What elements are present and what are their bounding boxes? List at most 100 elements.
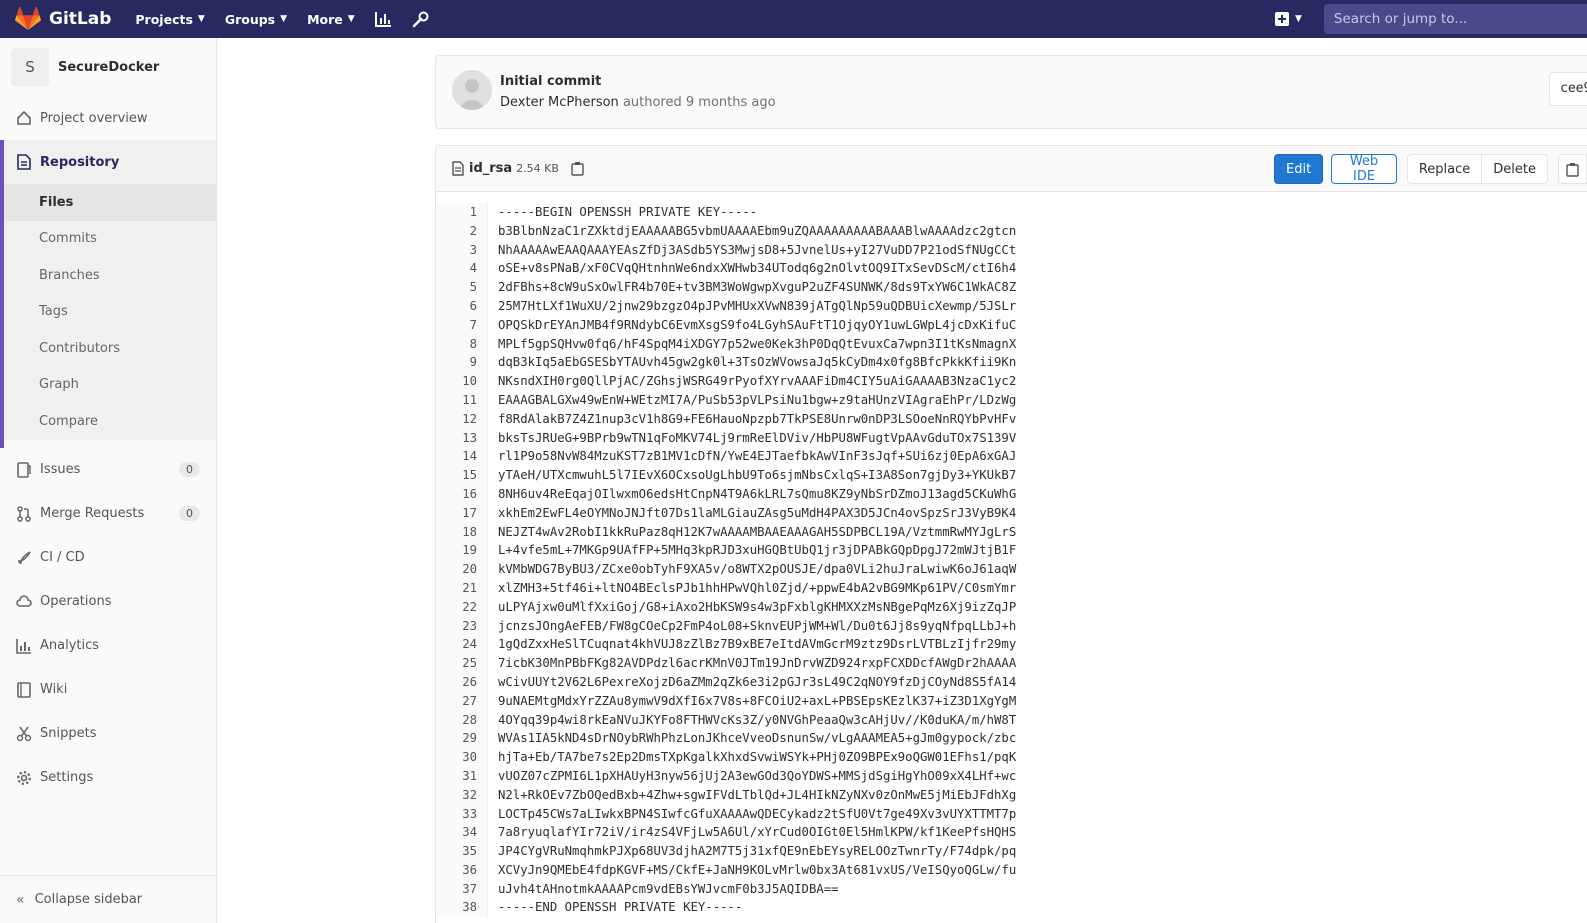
replace-button[interactable]: Replace <box>1406 154 1483 184</box>
line-number[interactable]: 19 <box>436 541 488 561</box>
sidebar-subitem-branches[interactable]: Branches <box>4 257 216 294</box>
line-number[interactable]: 34 <box>436 823 488 843</box>
line-number[interactable]: 4 <box>436 259 488 279</box>
commit-sha[interactable]: cee9 <box>1549 72 1587 106</box>
sidebar-subitem-compare[interactable]: Compare <box>4 403 216 440</box>
line-number[interactable]: 10 <box>436 372 488 391</box>
gitlab-logo-link[interactable]: GitLab <box>15 0 111 38</box>
line-number[interactable]: 29 <box>436 729 488 749</box>
line-content: 9uNAEMtgMdxYrZZAu8ymwV9dXfI6x7V8s+8FCOiU… <box>498 693 1017 708</box>
line-content: 2dFBhs+8cW9uSxOwlFR4b70E+tv3BM3WoWgwpXvg… <box>498 280 1017 295</box>
line-content: yTAeH/UTXcmwuhL5l7IEvX6OCxsoUgLhbU9To6sj… <box>498 468 1017 483</box>
line-number[interactable]: 33 <box>436 804 488 824</box>
line-number[interactable]: 3 <box>436 240 488 260</box>
code-line: 10 NKsndXIH0rg0QllPjAC/ZGhsjWSRG49rPyofXY… <box>436 372 1587 391</box>
sidebar-item-snippets[interactable]: Snippets <box>0 712 216 756</box>
sidebar-item-label: Project overview <box>40 110 148 126</box>
sidebar-item-project-overview[interactable]: Project overview <box>0 96 216 140</box>
sidebar-item-settings[interactable]: Settings <box>0 756 216 800</box>
collapse-sidebar-button[interactable]: « Collapse sidebar <box>0 875 217 923</box>
line-number[interactable]: 32 <box>436 785 488 805</box>
line-number[interactable]: 17 <box>436 503 488 523</box>
line-content: WVAs1IA5kND4sDrNOybRWhPhzLonJKhceVveoDsn… <box>498 731 1017 746</box>
sidebar-repository-group: Repository Files Commits Branches Tags C… <box>0 140 216 448</box>
line-content: 25M7HtLXf1WuXU/2jnw29bzgzO4pJPvMHUxXVwN8… <box>498 298 1017 313</box>
code-line: 7 OPQSkDrEYAnJMB4f9RNdybC6EvmXsgS9fo4LGyh… <box>436 315 1587 335</box>
nav-projects[interactable]: Projects ▼ <box>135 12 204 27</box>
line-number[interactable]: 35 <box>436 842 488 861</box>
merge-requests-count-badge: 0 <box>179 506 200 521</box>
avatar[interactable] <box>452 70 492 110</box>
search-input[interactable] <box>1323 4 1587 34</box>
project-header[interactable]: S SecureDocker <box>0 38 216 96</box>
sidebar-item-issues[interactable]: Issues 0 <box>0 448 216 492</box>
admin-wrench-icon[interactable] <box>412 11 429 28</box>
sidebar-subitem-commits[interactable]: Commits <box>4 221 216 258</box>
line-number[interactable]: 26 <box>436 672 488 692</box>
commit-meta: Dexter McPherson authored 9 months ago <box>500 95 776 110</box>
line-number[interactable]: 5 <box>436 278 488 297</box>
sidebar-item-wiki[interactable]: Wiki <box>0 668 216 712</box>
scissors-icon <box>16 726 32 742</box>
sidebar-subitem-files[interactable]: Files <box>4 184 216 221</box>
line-number[interactable]: 28 <box>436 710 488 730</box>
line-number[interactable]: 16 <box>436 484 488 504</box>
line-number[interactable]: 21 <box>436 578 488 598</box>
line-number[interactable]: 18 <box>436 522 488 542</box>
line-number[interactable]: 23 <box>436 616 488 636</box>
file-actions: Edit Web IDE Replace Delete <box>1274 154 1587 184</box>
line-number[interactable]: 22 <box>436 597 488 617</box>
line-number[interactable]: 37 <box>436 879 488 899</box>
sidebar-subitem-graph[interactable]: Graph <box>4 367 216 404</box>
copy-path-icon[interactable] <box>571 161 584 176</box>
line-number[interactable]: 31 <box>436 766 488 786</box>
line-number[interactable]: 36 <box>436 860 488 880</box>
delete-button[interactable]: Delete <box>1482 154 1548 184</box>
line-number[interactable]: 20 <box>436 560 488 579</box>
line-number[interactable]: 11 <box>436 390 488 410</box>
line-number[interactable]: 8 <box>436 334 488 354</box>
line-number[interactable]: 30 <box>436 748 488 767</box>
copy-contents-button[interactable] <box>1558 154 1587 184</box>
code-line: 13 bksTsJRUeG+9BPrb9wTN1qFoMKV74Lj9rmReEl… <box>436 428 1587 448</box>
last-commit-panel: Initial commit Dexter McPherson authored… <box>435 55 1587 129</box>
sidebar-item-operations[interactable]: Operations <box>0 580 216 624</box>
line-content: xkhEm2EwFL4eOYMNoJNJft07Ds1laMLGiauZAsg5… <box>498 505 1017 520</box>
sidebar-item-analytics[interactable]: Analytics <box>0 624 216 668</box>
line-number[interactable]: 7 <box>436 315 488 335</box>
line-content: XCVyJn9QMEbE4fdpKGVF+MS/CkfE+JaNH9KOLvMr… <box>498 862 1017 877</box>
line-content: NhAAAAAwEAAQAAAYEAsZfDj3ASdb5YS3MwjsD8+5… <box>498 242 1017 257</box>
line-content: b3BlbnNzaC1rZXktdjEAAAAABG5vbmUAAAAEbm9u… <box>498 223 1017 238</box>
line-number[interactable]: 14 <box>436 447 488 467</box>
line-number[interactable]: 1 <box>436 203 488 222</box>
sidebar-item-repository[interactable]: Repository <box>4 140 216 184</box>
web-ide-button[interactable]: Web IDE <box>1331 154 1397 184</box>
line-number[interactable]: 12 <box>436 409 488 429</box>
document-icon <box>16 154 32 170</box>
line-number[interactable]: 6 <box>436 296 488 316</box>
issues-icon <box>16 461 32 478</box>
sidebar-item-label: Merge Requests <box>40 506 145 521</box>
line-number[interactable]: 2 <box>436 221 488 241</box>
line-number[interactable]: 38 <box>436 898 488 918</box>
nav-more[interactable]: More ▼ <box>307 12 355 27</box>
sidebar-item-ci-cd[interactable]: CI / CD <box>0 536 216 580</box>
gitlab-logo-icon <box>15 7 41 30</box>
edit-button[interactable]: Edit <box>1274 154 1324 184</box>
line-content: N2l+RkOEv7ZbOQedBxb+4Zhw+sgwIFVdLTblQd+J… <box>498 787 1017 802</box>
sidebar-subitem-contributors[interactable]: Contributors <box>4 330 216 367</box>
sidebar-item-merge-requests[interactable]: Merge Requests 0 <box>0 492 216 536</box>
line-number[interactable]: 15 <box>436 466 488 485</box>
line-number[interactable]: 27 <box>436 691 488 711</box>
nav-groups[interactable]: Groups ▼ <box>225 12 287 27</box>
line-number[interactable]: 25 <box>436 654 488 673</box>
line-number[interactable]: 9 <box>436 353 488 373</box>
sidebar-subitem-tags[interactable]: Tags <box>4 294 216 331</box>
activity-chart-icon[interactable] <box>374 11 392 27</box>
line-number[interactable]: 13 <box>436 428 488 448</box>
commit-author[interactable]: Dexter McPherson <box>500 95 619 110</box>
commit-title[interactable]: Initial commit <box>500 74 601 89</box>
line-content: uLPYAjxw0uMlfXxiGoj/G8+iAxo2HbKSW9s4w3pF… <box>498 599 1017 614</box>
new-item-dropdown[interactable]: ▼ <box>1275 12 1302 26</box>
line-number[interactable]: 24 <box>436 635 488 655</box>
